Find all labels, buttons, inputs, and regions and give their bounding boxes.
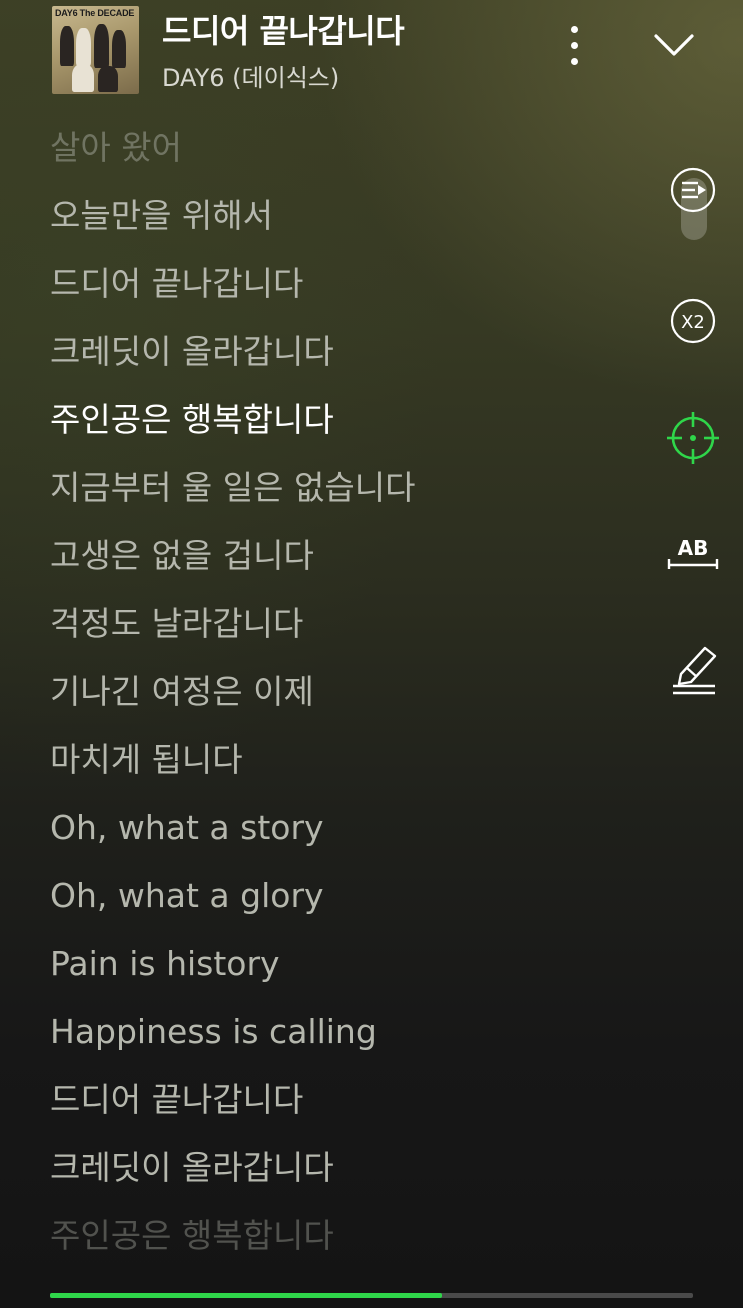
text-size-icon: AB xyxy=(667,536,719,569)
lyric-line[interactable]: 오늘만을 위해서 xyxy=(50,188,650,256)
speed-button[interactable]: X2 xyxy=(665,293,721,349)
text-size-label: AB xyxy=(678,536,709,560)
sync-position-button[interactable] xyxy=(665,410,721,466)
lyrics-list[interactable]: 살아 왔어 오늘만을 위해서 드디어 끝나갑니다 크레딧이 올라갑니다 주인공은 행복합… xyxy=(50,120,650,1276)
highlight-button[interactable] xyxy=(665,640,721,696)
more-vertical-icon-dot xyxy=(571,42,578,49)
lyric-line[interactable]: Happiness is calling xyxy=(50,1004,650,1072)
lyric-line[interactable]: 크레딧이 올라갑니다 xyxy=(50,324,650,392)
album-art-text: DAY6 The DECADE xyxy=(55,8,135,18)
song-title: 드디어 끝나갑니다 xyxy=(162,12,405,50)
lyric-line[interactable]: 드디어 끝나갑니다 xyxy=(50,1072,650,1140)
lyric-line-active[interactable]: 주인공은 행복합니다 xyxy=(50,392,650,460)
song-artist[interactable]: DAY6 (데이식스) xyxy=(162,58,339,93)
progress-bar[interactable] xyxy=(50,1293,693,1298)
lyric-line[interactable]: 기나긴 여정은 이제 xyxy=(50,664,650,732)
text-size-button[interactable]: AB xyxy=(665,525,721,581)
chevron-down-icon xyxy=(654,34,694,56)
crosshair-icon xyxy=(667,412,719,464)
highlighter-icon xyxy=(673,646,717,695)
lyric-line[interactable]: Oh, what a story xyxy=(50,800,650,868)
lyrics-list-button[interactable] xyxy=(665,162,721,218)
lyric-line[interactable]: 마치게 됩니다 xyxy=(50,732,650,800)
lyric-line[interactable]: 드디어 끝나갑니다 xyxy=(50,256,650,324)
progress-fill xyxy=(50,1293,443,1298)
lyric-line[interactable]: 크레딧이 올라갑니다 xyxy=(50,1140,650,1208)
more-vertical-icon xyxy=(571,26,578,33)
lyric-line[interactable]: 고생은 없을 겁니다 xyxy=(50,528,650,596)
lyric-line[interactable]: 주인공은 행복합니다 xyxy=(50,1208,650,1276)
lyric-line[interactable]: 살아 왔어 xyxy=(50,120,650,188)
lyric-line[interactable]: 걱정도 날라갑니다 xyxy=(50,596,650,664)
lyric-line[interactable]: Pain is history xyxy=(50,936,650,1004)
lyrics-list-icon xyxy=(670,167,716,213)
lyric-line[interactable]: Oh, what a glory xyxy=(50,868,650,936)
more-vertical-icon-dot xyxy=(571,58,578,65)
lyric-line[interactable]: 지금부터 울 일은 없습니다 xyxy=(50,460,650,528)
collapse-button[interactable] xyxy=(648,22,700,68)
speed-label: X2 xyxy=(681,312,705,333)
more-options-button[interactable] xyxy=(560,22,590,68)
speed-icon: X2 xyxy=(670,298,716,344)
album-art[interactable]: DAY6 The DECADE xyxy=(52,6,139,94)
